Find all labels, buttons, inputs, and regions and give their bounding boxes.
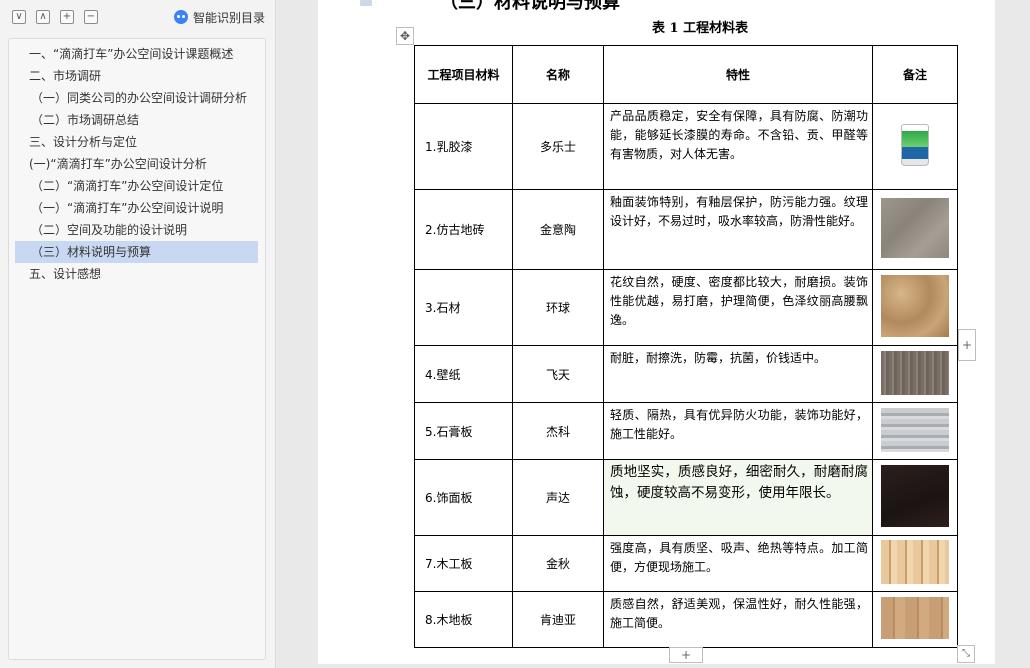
table-row: 1.乳胶漆 多乐士 产品品质稳定，安全有保障，具有防腐、防潮功能，能够延长漆膜的…: [414, 103, 958, 190]
cell-name[interactable]: 飞天: [512, 345, 604, 403]
ai-assistant-icon: [173, 10, 188, 24]
outline-item[interactable]: 二、市场调研: [15, 65, 258, 87]
cell-remark: [872, 269, 958, 346]
cell-material[interactable]: 5.石膏板: [414, 402, 513, 460]
header-name: 名称: [512, 45, 604, 104]
table-row: 5.石膏板 杰科 轻质、隔热，具有优异防火功能，装饰功能好，施工性能好。: [414, 402, 958, 460]
cell-material[interactable]: 3.石材: [414, 269, 513, 346]
wallpaper-image: [881, 350, 949, 395]
plywood-image: [881, 540, 949, 584]
outline-panel: 一、“滴滴打车”办公空间设计课题概述 二、市场调研 （一）同类公司的办公空间设计…: [8, 38, 266, 660]
outline-item[interactable]: (一)“滴滴打车”办公空间设计分析: [15, 153, 258, 175]
table-row: 8.木地板 肯迪亚 质感自然，舒适美观，保温性好，耐久性能强，施工简便。: [414, 591, 958, 648]
header-remark: 备注: [872, 45, 958, 104]
outline-toolbar: ∨ ∧ + − 智能识别目录: [12, 10, 267, 26]
outline-sidebar: ∨ ∧ + − 智能识别目录 一、“滴滴打车”办公空间设计课题概述 二、市场调研…: [0, 0, 276, 668]
cell-remark: [872, 591, 958, 648]
materials-table: 工程项目材料 名称 特性 备注 1.乳胶漆 多乐士 产品品质稳定，安全有保障，具…: [414, 45, 958, 648]
cell-material[interactable]: 7.木工板: [414, 535, 513, 592]
add-row-button[interactable]: +: [669, 647, 703, 663]
cell-name[interactable]: 多乐士: [512, 103, 604, 190]
veneer-image: [881, 465, 949, 527]
collapse-all-icon[interactable]: ∧: [36, 10, 50, 24]
cell-material[interactable]: 1.乳胶漆: [414, 103, 513, 190]
table-row: 6.饰面板 声达 质地坚实，质感良好，细密耐久，耐磨耐腐蚀，硬度较高不易变形，使…: [414, 459, 958, 536]
expand-all-icon[interactable]: ∨: [12, 10, 26, 24]
outline-item[interactable]: （一）“滴滴打车”办公空间设计说明: [15, 197, 258, 219]
table-move-icon[interactable]: ✥: [396, 27, 414, 45]
cell-remark: [872, 103, 958, 190]
cell-remark: [872, 189, 958, 270]
table-caption: 表 1 工程材料表: [652, 21, 749, 36]
smart-toc-button[interactable]: 智能识别目录: [173, 9, 265, 25]
cell-remark: [872, 345, 958, 403]
cell-name[interactable]: 金秋: [512, 535, 604, 592]
cell-feature[interactable]: 轻质、隔热，具有优异防火功能，装饰功能好，施工性能好。: [603, 402, 873, 460]
table-resize-icon[interactable]: ⤡: [957, 645, 975, 663]
cell-feature[interactable]: 产品品质稳定，安全有保障，具有防腐、防潮功能，能够延长漆膜的寿命。不含铅、贡、甲…: [603, 103, 873, 190]
outline-item[interactable]: 三、设计分析与定位: [15, 131, 258, 153]
outline-item[interactable]: （二）“滴滴打车”办公空间设计定位: [15, 175, 258, 197]
page-marker-icon: [360, 0, 372, 6]
cell-name[interactable]: 声达: [512, 459, 604, 536]
cell-material[interactable]: 4.壁纸: [414, 345, 513, 403]
paint-bucket-image: [901, 124, 929, 166]
remove-heading-icon[interactable]: −: [84, 10, 98, 24]
cell-remark: [872, 402, 958, 460]
cell-feature[interactable]: 强度高，具有质坚、吸声、绝热等特点。加工简便，方便现场施工。: [603, 535, 873, 592]
cell-name[interactable]: 肯迪亚: [512, 591, 604, 648]
cell-feature[interactable]: 釉面装饰特别，有釉层保护，防污能力强。纹理设计好，不易过时，吸水率较高，防滑性能…: [603, 189, 873, 270]
outline-item[interactable]: （二）空间及功能的设计说明: [15, 219, 258, 241]
cell-remark: [872, 535, 958, 592]
cell-material[interactable]: 2.仿古地砖: [414, 189, 513, 270]
cell-material[interactable]: 6.饰面板: [414, 459, 513, 536]
section-title: （三）材料说明与预算: [440, 0, 620, 13]
add-heading-icon[interactable]: +: [60, 10, 74, 24]
marble-image: [881, 275, 949, 337]
table-row: 3.石材 环球 花纹自然，硬度、密度都比较大，耐磨损。装饰性能优越，易打磨，护理…: [414, 269, 958, 346]
header-feature: 特性: [603, 45, 873, 104]
cell-feature[interactable]: 质感自然，舒适美观，保温性好，耐久性能强，施工简便。: [603, 591, 873, 648]
cell-name[interactable]: 环球: [512, 269, 604, 346]
outline-item[interactable]: （一）同类公司的办公空间设计调研分析: [15, 87, 258, 109]
table-row: 7.木工板 金秋 强度高，具有质坚、吸声、绝热等特点。加工简便，方便现场施工。: [414, 535, 958, 592]
floor-tile-image: [881, 198, 949, 258]
outline-item-active[interactable]: （三）材料说明与预算: [15, 241, 258, 263]
outline-item[interactable]: （二）市场调研总结: [15, 109, 258, 131]
cell-name[interactable]: 杰科: [512, 402, 604, 460]
cell-remark: [872, 459, 958, 536]
table-row: 2.仿古地砖 金意陶 釉面装饰特别，有釉层保护，防污能力强。纹理设计好，不易过时…: [414, 189, 958, 270]
cell-feature[interactable]: 耐脏，耐擦洗，防霉，抗菌，价钱适中。: [603, 345, 873, 403]
table-header-row: 工程项目材料 名称 特性 备注: [414, 45, 958, 104]
cell-name[interactable]: 金意陶: [512, 189, 604, 270]
wood-floor-image: [881, 597, 949, 639]
cell-material[interactable]: 8.木地板: [414, 591, 513, 648]
smart-toc-label: 智能识别目录: [192, 10, 265, 25]
outline-item[interactable]: 五、设计感想: [15, 263, 258, 285]
table-row: 4.壁纸 飞天 耐脏，耐擦洗，防霉，抗菌，价钱适中。: [414, 345, 958, 403]
cell-feature[interactable]: 质地坚实，质感良好，细密耐久，耐磨耐腐蚀，硬度较高不易变形，使用年限长。: [603, 459, 873, 536]
add-column-button[interactable]: +: [958, 329, 976, 361]
header-material: 工程项目材料: [414, 45, 513, 104]
gypsum-board-image: [881, 407, 949, 452]
cell-feature[interactable]: 花纹自然，硬度、密度都比较大，耐磨损。装饰性能优越，易打磨，护理简便，色泽纹丽高…: [603, 269, 873, 346]
outline-item[interactable]: 一、“滴滴打车”办公空间设计课题概述: [15, 43, 258, 65]
